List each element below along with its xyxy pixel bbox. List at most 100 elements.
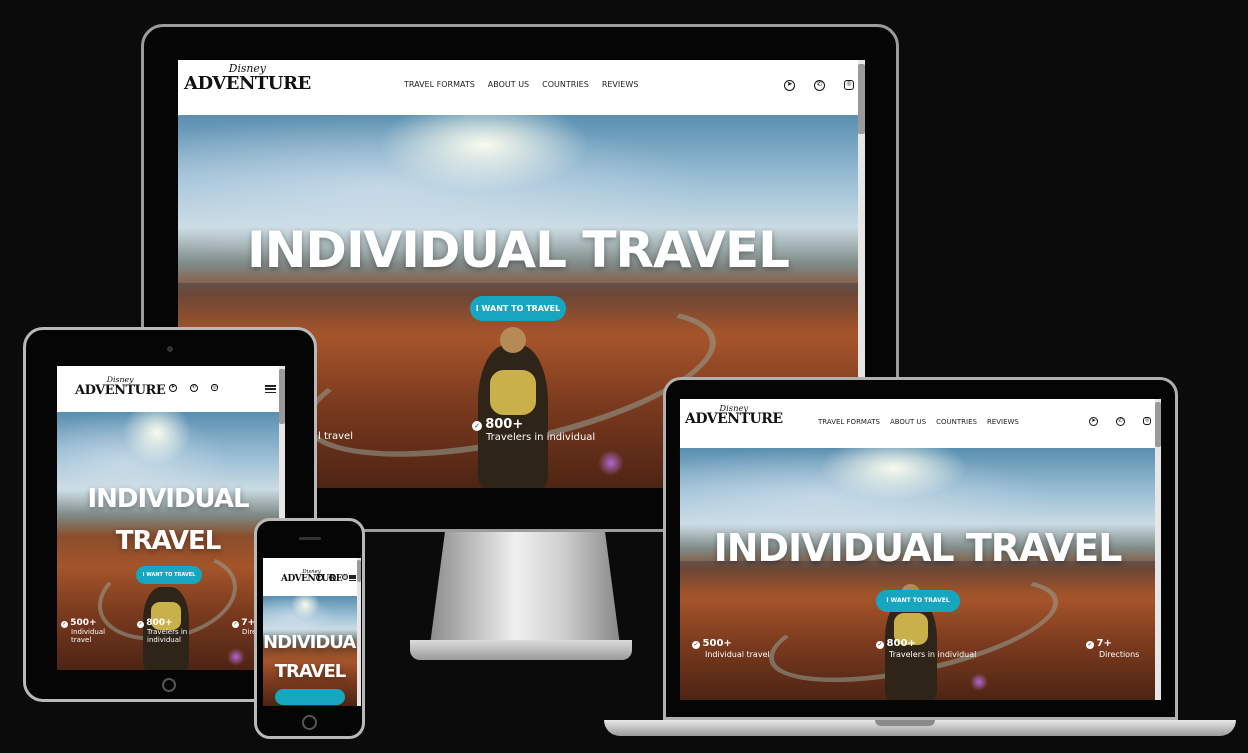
stat-label: Individual travel: [705, 650, 770, 659]
nav-reviews[interactable]: REVIEWS: [602, 80, 639, 89]
hero-title: INDIVIDUAL TRAVEL: [713, 526, 1123, 570]
stat-value: 800+: [886, 638, 916, 649]
brand-logo[interactable]: Disney ADVENTURE: [75, 376, 166, 398]
telegram-icon[interactable]: ➤: [316, 574, 323, 581]
whatsapp-icon[interactable]: ✆: [190, 384, 198, 392]
scrollbar[interactable]: [1155, 399, 1161, 700]
nav-countries[interactable]: COUNTRIES: [936, 418, 977, 426]
phone-screen: Disney ADVENTURE ➤ ✆ ◎ NDIVIDUAI TRAVEL: [263, 558, 361, 706]
stat-label: l travel: [318, 431, 353, 442]
social-icons: ➤ ✆ ◎: [784, 80, 854, 91]
stat-value: 500+: [702, 638, 732, 649]
navbar: Disney ADVENTURE TRAVEL FORMATS ABOUT US…: [178, 60, 858, 115]
stat-label: Directions: [1099, 650, 1140, 659]
hero-title-line2: TRAVEL: [115, 526, 222, 556]
stat-label: Travelers in individual: [486, 432, 596, 443]
nav-links: TRAVEL FORMATS ABOUT US COUNTRIES REVIEW…: [818, 418, 1019, 426]
instagram-icon[interactable]: ◎: [1143, 417, 1151, 425]
traveler-backpack: [490, 370, 536, 415]
traveler-head: [500, 327, 526, 353]
check-icon: ✓: [472, 421, 482, 431]
lens-flare: [227, 648, 245, 666]
telegram-icon[interactable]: ➤: [169, 384, 177, 392]
navbar: Disney ADVENTURE TRAVEL FORMATS ABOUT US…: [680, 399, 1155, 448]
phone-speaker: [299, 537, 321, 540]
instagram-icon[interactable]: ◎: [211, 384, 218, 391]
stat-individual: ✓ 500+ Individual travel: [61, 618, 105, 644]
scrollbar-thumb[interactable]: [1155, 402, 1161, 447]
check-icon: ✓: [137, 621, 144, 628]
whatsapp-icon[interactable]: ✆: [814, 80, 825, 91]
brand-bottom: ADVENTURE: [75, 382, 166, 398]
laptop-lid: Disney ADVENTURE TRAVEL FORMATS ABOUT US…: [663, 377, 1178, 720]
stat-directions: ✓ 7+ Directions: [1086, 638, 1139, 660]
hamburger-menu-icon[interactable]: [265, 385, 276, 393]
scrollbar[interactable]: [357, 558, 361, 706]
scrollbar-thumb[interactable]: [357, 560, 361, 582]
tablet-home-button[interactable]: [162, 678, 176, 692]
hero-section: NDIVIDUAI TRAVEL: [263, 596, 357, 706]
telegram-icon[interactable]: ➤: [784, 80, 795, 91]
cta-button[interactable]: I WANT TO TRAVEL: [136, 566, 202, 584]
brand-logo[interactable]: Disney ADVENTURE: [184, 63, 311, 94]
stat-label-1: Individual: [71, 628, 106, 637]
instagram-icon[interactable]: ◎: [844, 80, 854, 90]
whatsapp-icon[interactable]: ✆: [1116, 417, 1125, 426]
stat-travelers: ✓ 800+ Travelers in individual: [137, 618, 187, 644]
brand-logo[interactable]: Disney ADVENTURE: [685, 404, 783, 428]
nav-links: TRAVEL FORMATS ABOUT US COUNTRIES REVIEW…: [404, 80, 638, 89]
check-icon: ✓: [232, 621, 239, 628]
stat-value: 800+: [485, 417, 524, 432]
nav-about-us[interactable]: ABOUT US: [890, 418, 926, 426]
nav-about-us[interactable]: ABOUT US: [488, 80, 529, 89]
brand-bottom: ADVENTURE: [184, 72, 311, 94]
whatsapp-icon[interactable]: ✆: [329, 574, 336, 581]
telegram-icon[interactable]: ➤: [1089, 417, 1098, 426]
nav-travel-formats[interactable]: TRAVEL FORMATS: [818, 418, 880, 426]
hero-section: INDIVIDUAL TRAVEL I WANT TO TRAVEL ✓ 500…: [680, 448, 1155, 700]
hero-title: INDIVIDUAL TRAVEL: [246, 221, 790, 279]
phone-home-button[interactable]: [302, 715, 317, 730]
nav-travel-formats[interactable]: TRAVEL FORMATS: [404, 80, 475, 89]
tablet-camera: [167, 346, 173, 352]
cta-button[interactable]: I WANT TO TRAVEL: [876, 590, 960, 612]
desktop-stand: [430, 530, 620, 645]
stat-value: 800+: [146, 618, 173, 628]
stat-label-1: Travelers in: [147, 628, 188, 637]
brand-bottom: ADVENTURE: [685, 411, 783, 428]
stat-value: 7+: [241, 618, 256, 628]
lens-flare: [598, 450, 624, 476]
check-icon: ✓: [692, 641, 700, 649]
scrollbar-thumb[interactable]: [279, 369, 285, 424]
phone-device: Disney ADVENTURE ➤ ✆ ◎ NDIVIDUAI TRAVEL: [254, 518, 365, 739]
check-icon: ✓: [61, 621, 68, 628]
check-icon: ✓: [876, 641, 884, 649]
stat-partial: l travel: [318, 431, 353, 442]
stat-value: 500+: [70, 618, 97, 628]
laptop-screen: Disney ADVENTURE TRAVEL FORMATS ABOUT US…: [680, 399, 1161, 700]
stat-label: Travelers in individual: [889, 650, 977, 659]
cta-button[interactable]: [275, 689, 345, 705]
hero-title-line2: TRAVEL: [274, 661, 347, 682]
check-icon: ✓: [1086, 641, 1094, 649]
instagram-icon[interactable]: ◎: [342, 574, 348, 580]
stat-travelers: ✓ 800+ Travelers in individual: [472, 417, 595, 443]
hero-title-line1: NDIVIDUAI: [263, 632, 357, 653]
laptop-notch: [875, 720, 935, 726]
social-icons: ➤ ✆ ◎: [316, 574, 348, 581]
hamburger-menu-icon[interactable]: [349, 575, 356, 581]
nav-reviews[interactable]: REVIEWS: [987, 418, 1019, 426]
social-icons: ➤ ✆ ◎: [169, 384, 218, 392]
cta-button[interactable]: I WANT TO TRAVEL: [470, 296, 566, 321]
stat-label-2: travel: [71, 636, 92, 645]
hero-section: INDIVIDUAL TRAVEL I WANT TO TRAVEL ✓ 500…: [57, 412, 279, 670]
stat-label-2: individual: [147, 636, 181, 645]
stat-individual: ✓ 500+ Individual travel: [692, 638, 770, 660]
navbar: Disney ADVENTURE ➤ ✆ ◎: [57, 366, 279, 412]
navbar: Disney ADVENTURE ➤ ✆ ◎: [263, 558, 357, 596]
scrollbar-thumb[interactable]: [858, 64, 865, 134]
stat-travelers: ✓ 800+ Travelers in individual: [876, 638, 976, 660]
nav-countries[interactable]: COUNTRIES: [542, 80, 589, 89]
desktop-stand-base: [410, 640, 632, 660]
hero-title-line1: INDIVIDUAL: [87, 484, 249, 514]
